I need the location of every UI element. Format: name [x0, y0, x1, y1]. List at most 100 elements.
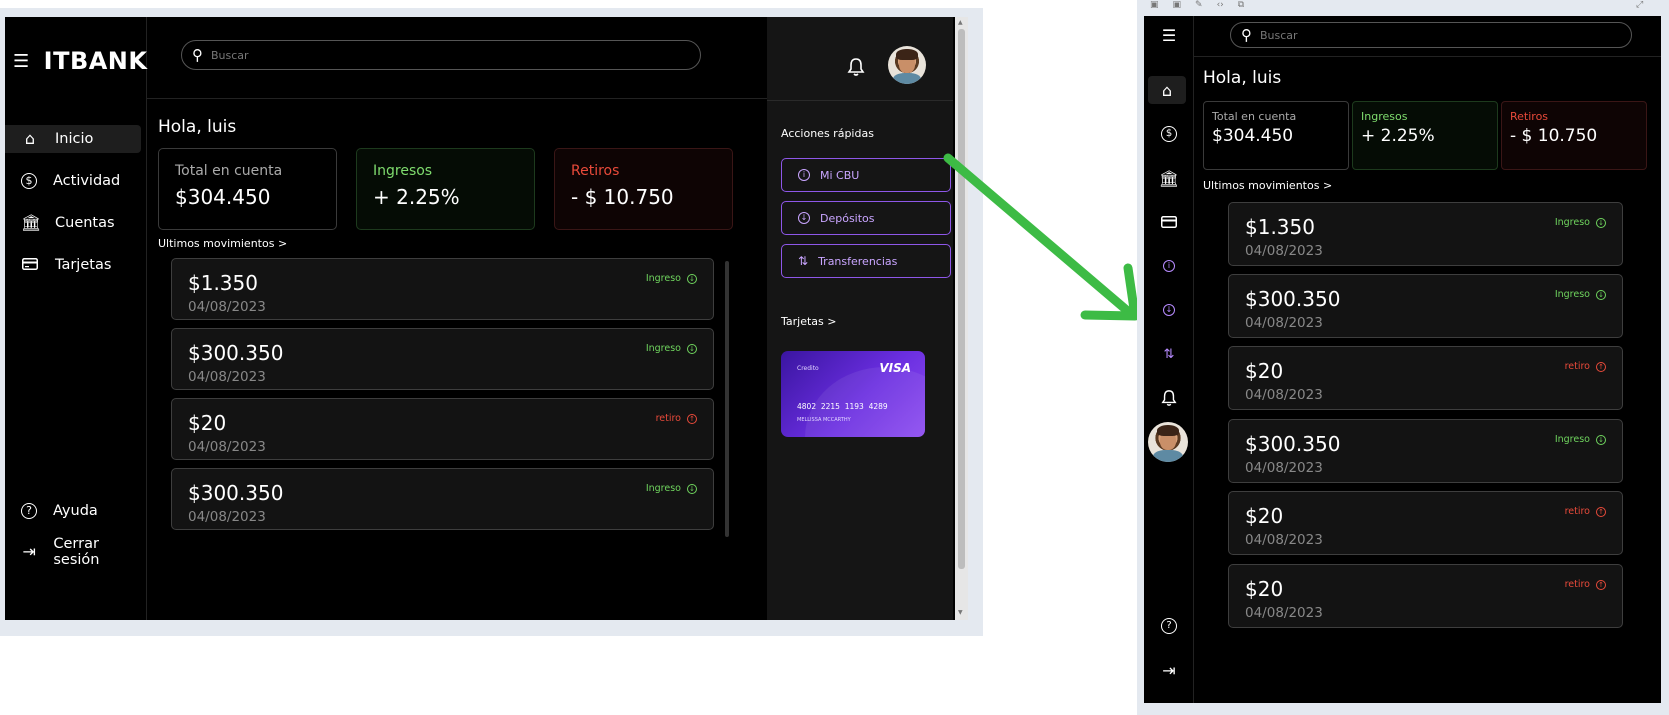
search-input[interactable]: ⚲ Buscar	[181, 40, 701, 70]
button-label: Mi CBU	[820, 168, 860, 182]
credit-card[interactable]: Credito VISA 4802 2215 1193 4289 MELLISS…	[781, 351, 925, 437]
card-type: Credito	[797, 365, 819, 372]
header: ⚲ Buscar	[147, 17, 767, 99]
arrow-up-circle-icon: ↑	[687, 413, 697, 424]
home-icon[interactable]: ⌂	[1148, 76, 1186, 104]
movement-tag: retiro ↑	[1565, 506, 1606, 517]
cards-link[interactable]: Tarjetas >	[781, 315, 836, 328]
visa-logo: VISA	[879, 361, 911, 375]
card-label: Ingresos	[1361, 110, 1408, 123]
card-value: - $ 10.750	[571, 185, 674, 209]
movement-amount: $20	[1245, 577, 1284, 601]
movement-tag: Ingreso ↓	[1555, 289, 1606, 300]
movement-date: 04/08/2023	[188, 299, 266, 315]
sidebar-item-inicio[interactable]: ⌂ Inicio	[5, 125, 141, 153]
greeting: Hola, luis	[1203, 68, 1282, 88]
movement-date: 04/08/2023	[1245, 315, 1323, 331]
sidebar-item-label: Cerrar sesión	[53, 536, 100, 568]
logo[interactable]: ☰ ITBANK	[13, 47, 148, 75]
movements-scrollbar[interactable]	[725, 261, 729, 537]
movement-date: 04/08/2023	[1245, 605, 1323, 621]
sidebar-item-cerrar-sesion[interactable]: ⇥ Cerrar sesión	[5, 536, 141, 568]
movement-row[interactable]: $20 04/08/2023 retiro ↑	[1228, 491, 1623, 555]
card-label: Retiros	[571, 163, 620, 179]
movement-row[interactable]: $1.350 04/08/2023 Ingreso ↓	[171, 258, 714, 320]
movement-row[interactable]: $20 04/08/2023 retiro ↑	[1228, 346, 1623, 410]
info-icon: i	[798, 169, 810, 181]
movement-row[interactable]: $300.350 04/08/2023 Ingreso ↓	[1228, 419, 1623, 483]
movement-row[interactable]: $300.350 04/08/2023 Ingreso ↓	[1228, 274, 1623, 338]
sidebar-item-label: Inicio	[55, 131, 94, 147]
movements-link[interactable]: Ultimos movimientos >	[1203, 179, 1332, 192]
info-icon[interactable]: i	[1144, 252, 1194, 280]
movement-date: 04/08/2023	[188, 369, 266, 385]
sidebar-item-tarjetas[interactable]: Tarjetas	[5, 251, 141, 279]
expand-icon[interactable]: ⤢	[1636, 0, 1643, 10]
movement-amount: $300.350	[188, 481, 284, 505]
logout-icon[interactable]: ⇥	[1144, 656, 1194, 684]
search-placeholder: Buscar	[211, 48, 249, 62]
movement-row[interactable]: $300.350 04/08/2023 Ingreso ↓	[171, 328, 714, 390]
movement-date: 04/08/2023	[1245, 532, 1323, 548]
depositos-button[interactable]: ↓ Depósitos	[781, 201, 951, 235]
mi-cbu-button[interactable]: i Mi CBU	[781, 158, 951, 192]
bell-icon[interactable]	[1144, 384, 1194, 412]
card-label: Ingresos	[373, 163, 433, 179]
greeting: Hola, luis	[158, 117, 237, 137]
search-icon: ⚲	[192, 46, 203, 64]
code-icon[interactable]: ‹›	[1217, 0, 1224, 10]
search-placeholder: Buscar	[1260, 28, 1298, 42]
movement-amount: $1.350	[1245, 215, 1315, 239]
card-label: Total en cuenta	[175, 163, 283, 179]
pen-icon[interactable]: ✎	[1195, 0, 1203, 10]
arrow-down-circle-icon: ↓	[1596, 217, 1606, 228]
capture-icon[interactable]: ▣	[1173, 0, 1182, 10]
search-input[interactable]: ⚲ Buscar	[1230, 22, 1632, 48]
sidebar-item-label: Tarjetas	[55, 257, 112, 273]
arrow-up-circle-icon: ↑	[1596, 506, 1606, 517]
movement-date: 04/08/2023	[188, 439, 266, 455]
credit-card-icon	[21, 257, 39, 273]
sidebar-item-actividad[interactable]: $ Actividad	[5, 167, 141, 195]
movement-amount: $1.350	[188, 271, 258, 295]
arrow-down-circle-icon: ↓	[687, 483, 697, 494]
help-icon[interactable]: ?	[1144, 612, 1194, 640]
search-icon: ⚲	[1241, 26, 1252, 44]
movement-tag: retiro ↑	[1565, 361, 1606, 372]
transferencias-button[interactable]: ⇅ Transferencias	[781, 244, 951, 278]
card-number: 4802 2215 1193 4289	[797, 402, 888, 411]
device-toolbar: ▣ ▣ ✎ ‹› ⧉	[1150, 0, 1244, 10]
dollar-circle-icon[interactable]: $	[1144, 120, 1194, 148]
bank-icon[interactable]: 🏛	[1144, 164, 1194, 192]
movement-row[interactable]: $20 04/08/2023 retiro ↑	[171, 398, 714, 460]
income-card: Ingresos + 2.25%	[1352, 101, 1498, 170]
movement-row[interactable]: $1.350 04/08/2023 Ingreso ↓	[1228, 202, 1623, 266]
download-icon[interactable]: ↓	[1144, 296, 1194, 324]
menu-icon[interactable]: ☰	[1144, 21, 1194, 49]
transfer-icon[interactable]: ⇅	[1144, 340, 1194, 368]
movement-row[interactable]: $300.350 04/08/2023 Ingreso ↓	[171, 468, 714, 530]
dollar-circle-icon: $	[21, 173, 37, 189]
movement-tag: retiro ↑	[1565, 579, 1606, 590]
sidebar-item-cuentas[interactable]: 🏛 Cuentas	[5, 209, 141, 237]
menu-icon[interactable]: ☰	[13, 51, 30, 72]
screenshot-icon[interactable]: ▣	[1150, 0, 1159, 10]
sidebar-item-ayuda[interactable]: ? Ayuda	[5, 497, 141, 525]
quick-actions-title: Acciones rápidas	[781, 127, 874, 140]
bell-icon[interactable]	[847, 57, 865, 82]
avatar[interactable]	[1148, 422, 1188, 462]
right-panel: Acciones rápidas i Mi CBU ↓ Depósitos ⇅ …	[767, 17, 953, 620]
card-value: $304.450	[175, 185, 271, 209]
movements-link[interactable]: Ultimos movimientos >	[158, 237, 287, 250]
card-label: Retiros	[1510, 110, 1549, 123]
download-icon: ↓	[798, 212, 810, 224]
movement-row[interactable]: $20 04/08/2023 retiro ↑	[1228, 564, 1623, 628]
avatar[interactable]	[888, 46, 926, 84]
help-icon: ?	[21, 503, 37, 519]
credit-card-icon[interactable]	[1144, 208, 1194, 236]
arrow-down-circle-icon: ↓	[687, 343, 697, 354]
device-icon[interactable]: ⧉	[1238, 0, 1244, 10]
card-value: + 2.25%	[373, 185, 460, 209]
movement-tag: Ingreso ↓	[646, 343, 697, 354]
withdrawals-card: Retiros - $ 10.750	[554, 148, 733, 230]
